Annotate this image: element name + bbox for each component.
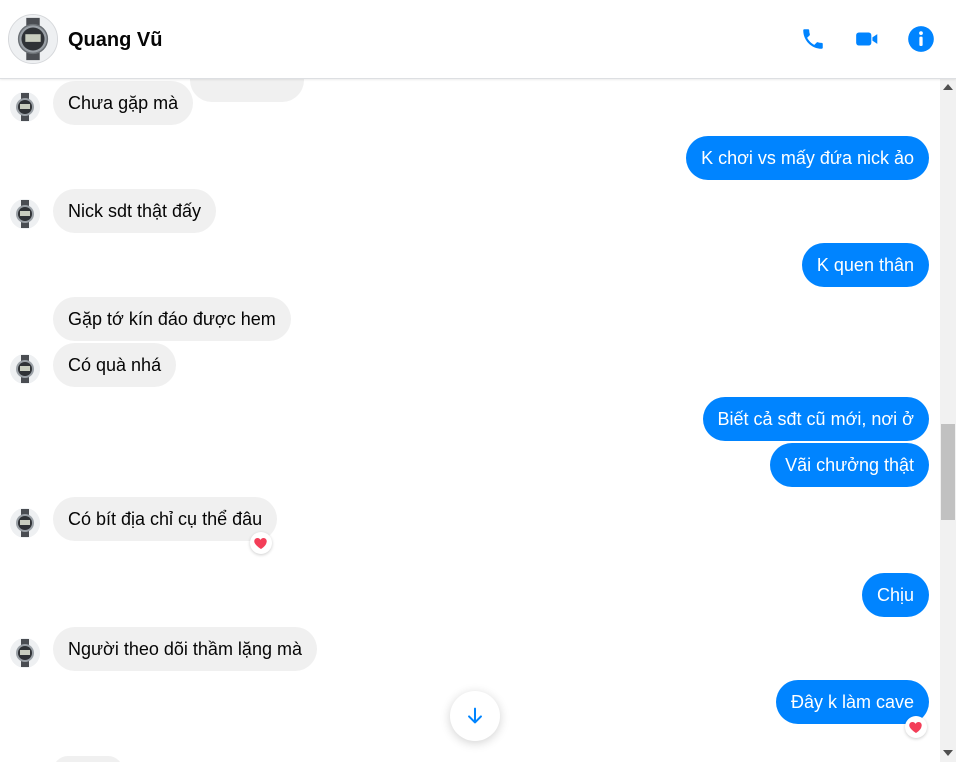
message-row: Gặp tớ kín đáo được hem — [53, 297, 291, 341]
message-row: Có bít địa chỉ cụ thể đâu — [53, 497, 278, 541]
message-list[interactable]: Chưa gặp mà K chơi vs mấy đứa nick ảo Ni… — [0, 78, 940, 762]
scrollbar-thumb[interactable] — [941, 424, 955, 520]
info-icon — [908, 26, 934, 52]
message-row: Đây k làm cave — [775, 680, 929, 724]
message-bubble[interactable]: Nick sdt thật đấy — [53, 189, 217, 233]
message-bubble[interactable]: Người theo dõi thầm lặng mà — [53, 627, 317, 671]
message-bubble[interactable]: Chưa gặp mà — [53, 81, 194, 125]
message-row: Chưa gặp mà — [53, 81, 194, 125]
contact-avatar-small — [10, 638, 40, 668]
scroll-to-bottom-button[interactable] — [450, 691, 500, 741]
arrow-down-icon — [468, 707, 482, 724]
contact-name[interactable]: Quang Vũ — [68, 29, 162, 52]
phone-icon — [803, 29, 823, 49]
message-bubble[interactable]: Có quà nhá — [53, 343, 177, 387]
message-row: K quen thân — [801, 243, 929, 287]
message-reaction[interactable] — [905, 716, 927, 738]
vertical-scrollbar[interactable] — [940, 78, 956, 762]
audio-call-button[interactable] — [796, 22, 830, 56]
message-row: Có quà nhá — [53, 343, 177, 387]
video-camera-icon — [856, 32, 878, 46]
message-bubble[interactable]: Chịu — [861, 573, 929, 617]
contact-avatar-small — [10, 354, 40, 384]
scroll-down-arrow-icon[interactable] — [943, 750, 953, 756]
message-row: Vãi chưởng thật — [770, 443, 929, 487]
message-bubble[interactable]: Có bít địa chỉ cụ thể đâu — [53, 497, 278, 541]
message-row: Biết cả sđt cũ mới, nơi ở — [702, 397, 929, 441]
conversation-header: Quang Vũ — [0, 0, 956, 79]
message-row: Người theo dõi thầm lặng mà — [53, 627, 317, 671]
video-call-button[interactable] — [850, 22, 884, 56]
contact-avatar-small — [10, 92, 40, 122]
message-row: Nick sdt thật đấy — [53, 189, 217, 233]
message-bubble[interactable]: Đây k làm cave — [775, 680, 929, 724]
partial-message-bubble — [53, 756, 123, 762]
message-bubble[interactable]: K chơi vs mấy đứa nick ảo — [686, 136, 929, 180]
message-bubble[interactable]: Biết cả sđt cũ mới, nơi ở — [702, 397, 929, 441]
partial-message-bubble — [190, 78, 304, 102]
contact-avatar[interactable] — [8, 14, 58, 64]
heart-icon — [254, 538, 267, 549]
message-bubble[interactable]: K quen thân — [801, 243, 929, 287]
message-reaction[interactable] — [250, 532, 272, 554]
message-row: Chịu — [861, 573, 929, 617]
conversation-info-button[interactable] — [904, 22, 938, 56]
message-row: K chơi vs mấy đứa nick ảo — [686, 136, 929, 180]
heart-icon — [909, 722, 922, 733]
scroll-up-arrow-icon[interactable] — [943, 84, 953, 90]
message-bubble[interactable]: Gặp tớ kín đáo được hem — [53, 297, 291, 341]
message-bubble[interactable]: Vãi chưởng thật — [770, 443, 929, 487]
contact-avatar-small — [10, 508, 40, 538]
contact-avatar-small — [10, 199, 40, 229]
